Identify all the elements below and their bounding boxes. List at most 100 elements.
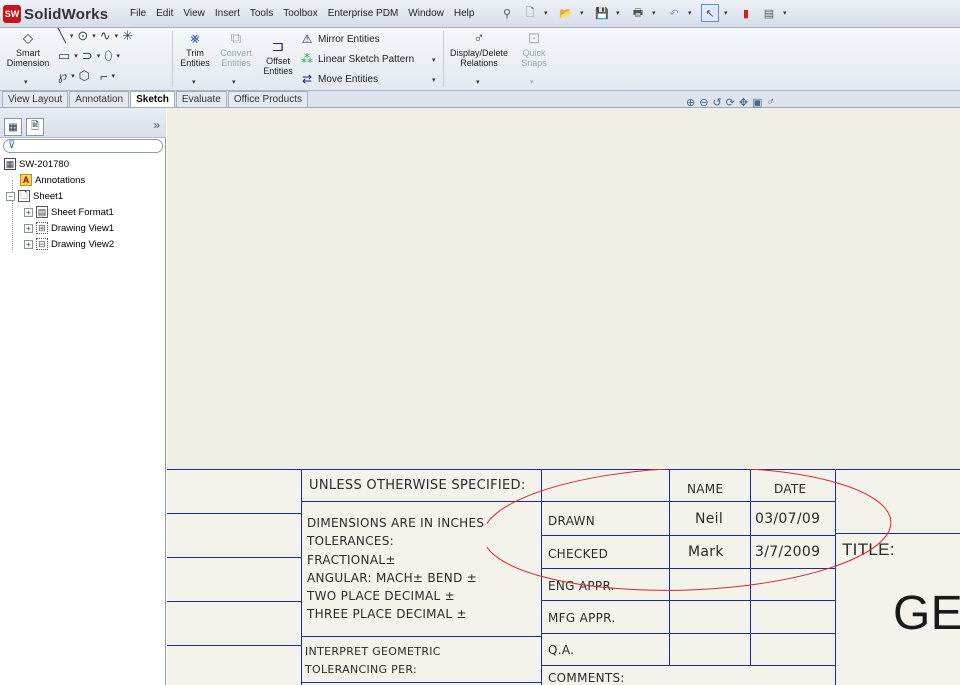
arc-dropdown-icon[interactable]: ▾ bbox=[97, 52, 101, 60]
new-dropdown-icon[interactable]: ▾ bbox=[544, 9, 552, 17]
point-icon[interactable]: ✳ bbox=[122, 28, 133, 44]
rectangle-icon[interactable]: ▭ bbox=[58, 48, 70, 64]
menu-view[interactable]: View bbox=[178, 8, 210, 19]
drawing-view-icon: ⊞ bbox=[36, 222, 48, 234]
view-settings-icon[interactable]: ♂ bbox=[767, 96, 775, 109]
property-manager-tab-icon[interactable]: 🗎 bbox=[26, 118, 44, 136]
select-dropdown-icon[interactable]: ▾ bbox=[724, 9, 732, 17]
select-icon[interactable]: ↖ bbox=[701, 4, 719, 22]
linear-pattern-icon: ⁂ bbox=[301, 52, 313, 66]
trim-dropdown-icon[interactable]: ▾ bbox=[192, 78, 196, 86]
tree-item-annotations[interactable]: A Annotations bbox=[20, 174, 85, 186]
dimension-dropdown-icon[interactable]: ▾ bbox=[24, 78, 28, 86]
open-icon[interactable]: 📂 bbox=[557, 4, 575, 22]
move-dropdown-icon[interactable]: ▾ bbox=[432, 76, 436, 84]
menu-help[interactable]: Help bbox=[449, 8, 480, 19]
tree-item-drawing-view2[interactable]: + ⊟ Drawing View2 bbox=[24, 238, 114, 250]
menu-tools[interactable]: Tools bbox=[245, 8, 278, 19]
tab-evaluate[interactable]: Evaluate bbox=[175, 91, 227, 107]
pattern-dropdown-icon[interactable]: ▾ bbox=[432, 56, 436, 64]
tree-item-sheet[interactable]: − 🗋 Sheet1 bbox=[6, 190, 63, 202]
undo-icon[interactable]: ↶ bbox=[665, 4, 683, 22]
rectangle-dropdown-icon[interactable]: ▾ bbox=[74, 52, 78, 60]
snaps-dropdown-icon[interactable]: ▾ bbox=[530, 78, 534, 86]
save-icon[interactable]: 💾 bbox=[593, 4, 611, 22]
display-delete-relations-button[interactable]: ♂ Display/Delete Relations bbox=[446, 30, 512, 68]
collapse-icon[interactable]: − bbox=[6, 191, 15, 201]
print-icon[interactable]: 🖶 bbox=[629, 4, 647, 22]
menu-window[interactable]: Window bbox=[403, 8, 449, 19]
mirror-entities-button[interactable]: ⚠ Mirror Entities bbox=[300, 32, 380, 46]
rebuild-icon[interactable]: ▮ bbox=[737, 4, 755, 22]
title-block-line bbox=[301, 469, 302, 685]
previous-view-icon[interactable]: ↺ bbox=[712, 96, 721, 109]
quick-snaps-button[interactable]: ⊡ Quick Snaps bbox=[516, 30, 552, 68]
relations-dropdown-icon[interactable]: ▾ bbox=[476, 78, 480, 86]
pin-icon[interactable]: ⚲ bbox=[498, 4, 516, 22]
print-dropdown-icon[interactable]: ▾ bbox=[652, 9, 660, 17]
expand-chevron-icon[interactable]: » bbox=[153, 118, 160, 132]
menu-file[interactable]: File bbox=[125, 8, 151, 19]
tree-item-drawing-view1[interactable]: + ⊞ Drawing View1 bbox=[24, 222, 114, 234]
text-icon[interactable]: ⌐ bbox=[100, 69, 108, 84]
tree-item-root[interactable]: ▦ SW-201780 bbox=[4, 158, 69, 170]
menu-enterprise-pdm[interactable]: Enterprise PDM bbox=[323, 8, 404, 19]
graphics-area[interactable]: ⊕ ⊖ ↺ ⟳ ✥ ▣ ♂ ◂▸ bbox=[167, 96, 960, 685]
save-dropdown-icon[interactable]: ▾ bbox=[616, 9, 624, 17]
menu-toolbox[interactable]: Toolbox bbox=[278, 8, 322, 19]
fillet-dropdown-icon[interactable]: ▾ bbox=[71, 72, 75, 80]
tab-annotation[interactable]: Annotation bbox=[69, 91, 130, 107]
convert-entities-button[interactable]: ⧉ Convert Entities bbox=[214, 30, 258, 68]
rotate-view-icon[interactable]: ⟳ bbox=[726, 96, 735, 109]
circle-dropdown-icon[interactable]: ▾ bbox=[92, 32, 96, 40]
tab-sketch[interactable]: Sketch bbox=[130, 91, 175, 107]
arc-icon[interactable]: ⊃ bbox=[82, 48, 93, 64]
pan-icon[interactable]: ✥ bbox=[739, 96, 748, 109]
linear-sketch-pattern-button[interactable]: ⁂ Linear Sketch Pattern bbox=[300, 52, 414, 66]
smart-dimension-button[interactable]: ⬦ Smart Dimension bbox=[4, 30, 52, 68]
zoom-to-area-icon[interactable]: ⊖ bbox=[699, 96, 708, 109]
expand-icon[interactable]: + bbox=[24, 239, 33, 249]
move-entities-button[interactable]: ⇄ Move Entities bbox=[300, 72, 378, 86]
relations-icon: ♂ bbox=[473, 30, 485, 47]
options-dropdown-icon[interactable]: ▾ bbox=[783, 9, 791, 17]
three-place-decimal-text: THREE PLACE DECIMAL ± bbox=[307, 607, 467, 621]
tab-office-products[interactable]: Office Products bbox=[227, 91, 309, 107]
title-block-line bbox=[167, 557, 301, 558]
convert-dropdown-icon[interactable]: ▾ bbox=[232, 78, 236, 86]
circle-icon[interactable]: ⊙ bbox=[77, 28, 88, 44]
options-icon[interactable]: ▤ bbox=[760, 4, 778, 22]
drawing-sheet-title-block: UNLESS OTHERWISE SPECIFIED: DIMENSIONS A… bbox=[167, 469, 960, 685]
polygon-icon[interactable]: ⬡ bbox=[79, 68, 90, 84]
text-dropdown-icon[interactable]: ▾ bbox=[112, 72, 116, 80]
display-style-icon[interactable]: ▣ bbox=[752, 96, 762, 109]
new-document-icon[interactable]: 🗋 bbox=[521, 4, 539, 22]
title-block-line bbox=[301, 682, 541, 683]
smart-dimension-label: Smart Dimension bbox=[6, 48, 50, 68]
expand-icon[interactable]: + bbox=[24, 223, 33, 233]
tab-view-layout[interactable]: View Layout bbox=[2, 91, 69, 107]
fillet-icon[interactable]: ℘ bbox=[58, 68, 67, 84]
app-logo[interactable]: SW SolidWorks bbox=[3, 4, 108, 24]
undo-dropdown-icon[interactable]: ▾ bbox=[688, 9, 696, 17]
tolerancing-per-text: TOLERANCING PER: bbox=[305, 663, 417, 676]
open-dropdown-icon[interactable]: ▾ bbox=[580, 9, 588, 17]
zoom-to-fit-icon[interactable]: ⊕ bbox=[686, 96, 695, 109]
tree-filter-input[interactable]: ⊽ bbox=[3, 139, 163, 153]
menu-edit[interactable]: Edit bbox=[151, 8, 178, 19]
tree-item-sheet-format[interactable]: + ▤ Sheet Format1 bbox=[24, 206, 114, 218]
offset-entities-button[interactable]: ⊐ Offset Entities bbox=[258, 38, 298, 76]
trim-entities-button[interactable]: ⨳ Trim Entities bbox=[176, 30, 214, 68]
ribbon-separator bbox=[172, 31, 173, 87]
feature-tree-tab-icon[interactable]: ▦ bbox=[4, 118, 22, 136]
ellipse-icon[interactable]: ⬯ bbox=[104, 48, 112, 64]
line-icon[interactable]: ╲ bbox=[58, 28, 66, 44]
expand-icon[interactable]: + bbox=[24, 207, 33, 217]
ellipse-dropdown-icon[interactable]: ▾ bbox=[116, 52, 120, 60]
line-dropdown-icon[interactable]: ▾ bbox=[70, 32, 74, 40]
menu-insert[interactable]: Insert bbox=[210, 8, 245, 19]
offset-icon: ⊐ bbox=[271, 38, 285, 55]
annotation-ellipse-markup bbox=[487, 469, 892, 591]
spline-icon[interactable]: ∿ bbox=[100, 28, 111, 44]
spline-dropdown-icon[interactable]: ▾ bbox=[115, 32, 119, 40]
